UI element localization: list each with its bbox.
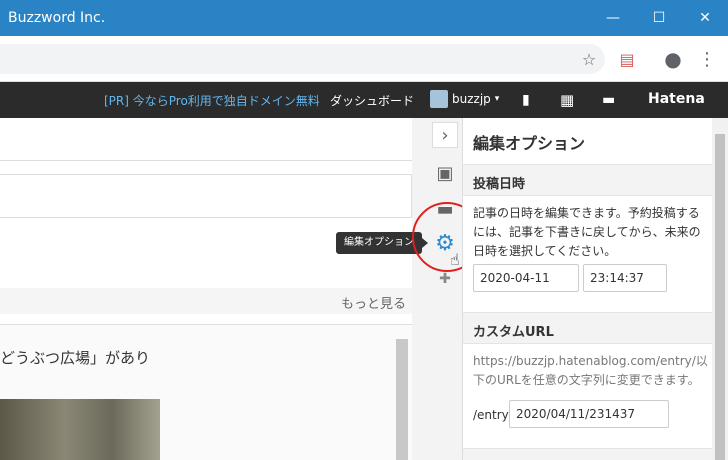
- user-menu[interactable]: buzzjp ▾: [430, 90, 499, 108]
- bookmark-icon[interactable]: ▮: [522, 91, 530, 109]
- card-text: どうぶつ広場」があり: [0, 349, 151, 367]
- card-scrollbar[interactable]: [396, 339, 408, 460]
- star-icon[interactable]: ☆: [576, 46, 602, 72]
- date-section-header: 投稿日時: [463, 164, 712, 196]
- side-toolbar: › ▣ ▬ ⚙ ✚: [412, 118, 462, 460]
- window-title: Buzzword Inc.: [8, 10, 106, 26]
- url-section-heading: カスタムURL: [473, 325, 554, 340]
- panel-scrollbar-thumb[interactable]: [715, 134, 725, 460]
- minimize-button[interactable]: —: [590, 0, 636, 36]
- editor-area: もっと見る どうぶつ広場」があり: [0, 118, 412, 460]
- chevron-right-icon[interactable]: ›: [432, 122, 458, 148]
- more-bar: もっと見る: [0, 288, 412, 314]
- tooltip: 編集オプション: [336, 232, 428, 254]
- url-section-header: カスタムURL: [463, 312, 712, 344]
- panel-scrollbar[interactable]: [712, 118, 728, 460]
- maximize-button[interactable]: ☐: [636, 0, 682, 36]
- menu-icon[interactable]: ⋮: [694, 46, 720, 72]
- edit-options-panel: 編集オプション 投稿日時 記事の日時を編集できます。予約投稿するには、記事を下書…: [462, 118, 712, 460]
- image-icon[interactable]: ▣: [432, 160, 458, 186]
- panel-title: 編集オプション: [473, 134, 586, 153]
- date-input[interactable]: 2020-04-11: [473, 264, 579, 292]
- more-link[interactable]: もっと見る: [341, 293, 406, 312]
- cursor-hand-icon: ☝: [450, 250, 460, 269]
- custom-url-input[interactable]: 2020/04/11/231437: [509, 400, 669, 428]
- next-section-header: [463, 448, 712, 460]
- caret-down-icon: ▾: [494, 94, 500, 104]
- window-titlebar: Buzzword Inc. — ☐ ✕: [0, 0, 728, 36]
- time-input[interactable]: 23:14:37: [583, 264, 667, 292]
- divider: [0, 160, 412, 161]
- comment-icon[interactable]: ▬: [602, 91, 615, 109]
- username-label: buzzjp: [452, 92, 491, 106]
- title-input[interactable]: [0, 174, 412, 218]
- date-section-heading: 投稿日時: [473, 177, 526, 192]
- hatena-logo[interactable]: Hatena: [648, 91, 705, 107]
- close-button[interactable]: ✕: [682, 0, 728, 36]
- dashboard-link[interactable]: ダッシュボード: [330, 92, 414, 109]
- pr-link[interactable]: [PR] 今ならPro利用で独自ドメイン無料: [104, 92, 320, 109]
- url-prefix-label: /entry/: [473, 408, 513, 422]
- profile-icon[interactable]: ●: [660, 46, 686, 72]
- address-bar[interactable]: [0, 44, 605, 74]
- apps-grid-icon[interactable]: ▦: [560, 91, 574, 109]
- date-description: 記事の日時を編集できます。予約投稿するには、記事を下書きに戻してから、未来の日時…: [473, 206, 701, 258]
- embed-card: どうぶつ広場」があり: [0, 324, 412, 460]
- hatena-header: [PR] 今ならPro利用で独自ドメイン無料 ダッシュボード buzzjp ▾ …: [0, 82, 728, 118]
- browser-toolbar: ☆ ▤ ● ⋮: [0, 36, 728, 82]
- extension-icon[interactable]: ▤: [614, 46, 640, 72]
- card-image: [0, 399, 160, 460]
- url-description: https://buzzjp.hatenablog.com/entry/以下のU…: [473, 354, 708, 387]
- avatar: [430, 90, 448, 108]
